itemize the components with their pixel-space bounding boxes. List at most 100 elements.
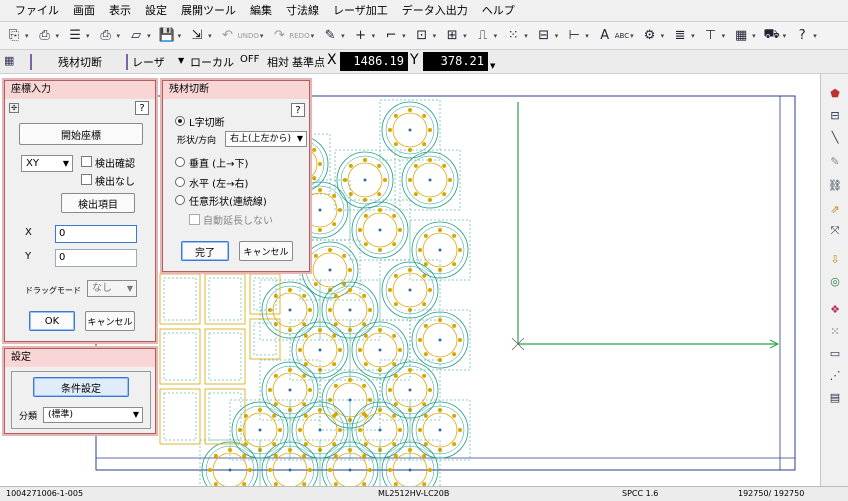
cam-import-tool-button[interactable]: ⎙ ▾	[35, 25, 60, 47]
dropdown-arrow-icon[interactable]: ▼	[178, 56, 184, 65]
help-icon[interactable]: ?	[135, 101, 149, 115]
menu-item-9[interactable]: ヘルプ	[475, 0, 522, 22]
l-cut-radio[interactable]	[175, 116, 185, 126]
colors-icon[interactable]: ❖	[825, 300, 845, 318]
x-coordinate-field[interactable]: 1486.19	[340, 52, 408, 71]
detect-items-button[interactable]: 検出項目	[61, 193, 135, 213]
dropdown-arrow-icon[interactable]: ▾	[494, 32, 498, 40]
truck-tool-button[interactable]: ⛟ ▾	[762, 25, 787, 47]
hierarchy-tool-button[interactable]: ⊤ ▾	[701, 25, 726, 47]
detect-confirm-checkbox[interactable]	[81, 156, 92, 167]
auto-extend-checkbox[interactable]	[189, 214, 200, 225]
dropdown-arrow-icon[interactable]: ▾	[178, 32, 182, 40]
dropdown-arrow-icon[interactable]: ▾	[524, 32, 528, 40]
dropdown-arrow-icon[interactable]: ▾	[463, 32, 467, 40]
off-label[interactable]: OFF	[240, 54, 259, 65]
print-tool-button[interactable]: ⎙ ▾	[96, 25, 121, 47]
dropdown-arrow-icon[interactable]: ▾	[752, 32, 756, 40]
y-coordinate-field[interactable]: 378.21	[423, 52, 488, 71]
erase-shape-icon[interactable]: ⬟	[825, 84, 845, 102]
condition-settings-button[interactable]: 条件設定	[33, 377, 129, 397]
abc-tool-button[interactable]: A ABC ▾	[595, 25, 634, 47]
y-input[interactable]: 0	[55, 249, 137, 267]
category-select[interactable]: (標準) ▼	[43, 407, 143, 423]
menu-item-7[interactable]: レーザ加工	[326, 0, 395, 22]
step-tool-button[interactable]: ⎍ ▾	[473, 25, 498, 47]
pin-icon[interactable]: ✣	[9, 103, 19, 113]
mode-label[interactable]: 残材切断	[30, 54, 102, 70]
rect-tool-button[interactable]: ⌐ ▾	[381, 25, 406, 47]
dropdown-arrow-icon[interactable]: ▾	[783, 32, 787, 40]
menu-item-2[interactable]: 表示	[102, 0, 138, 22]
gear-tool-button[interactable]: ⚙ ▾	[640, 25, 665, 47]
dropdown-arrow-icon[interactable]: ▾	[691, 32, 695, 40]
layers-tool-button[interactable]: ≣ ▾	[670, 25, 695, 47]
line-icon[interactable]: ╲	[825, 128, 845, 146]
coordinate-mode-select[interactable]: XY ▼	[21, 155, 73, 172]
dropdown-arrow-icon[interactable]: ▾	[25, 32, 29, 40]
dots-tool-button[interactable]: ⁙ ▾	[503, 25, 528, 47]
dropdown-arrow-icon[interactable]: ▾	[260, 32, 264, 40]
relative-label[interactable]: 相対	[267, 54, 289, 70]
dropdown-arrow-icon[interactable]: ▾	[56, 32, 60, 40]
no-detect-checkbox[interactable]	[81, 174, 92, 185]
dropdown-arrow-icon[interactable]: ▾	[555, 32, 559, 40]
pencil-icon[interactable]: ✎	[825, 152, 845, 170]
chain-icon[interactable]: ⛓	[825, 176, 845, 194]
list-tool-button[interactable]: ☰ ▾	[65, 25, 89, 47]
menu-item-0[interactable]: ファイル	[8, 0, 66, 22]
save-tool-button[interactable]: 💾 ▾	[157, 25, 182, 47]
undo-tool-button[interactable]: ↶ UNDO ▾	[218, 25, 264, 47]
dropdown-arrow-icon[interactable]: ▾	[147, 32, 151, 40]
menu-item-5[interactable]: 編集	[243, 0, 279, 22]
dropdown-arrow-icon[interactable]: ▾	[630, 32, 634, 40]
dropdown-arrow-icon[interactable]: ▾	[585, 32, 589, 40]
path-icon[interactable]: ⋰	[825, 366, 845, 384]
document-icon[interactable]: ▤	[825, 388, 845, 406]
eraser-tool-button[interactable]: ▱ ▾	[126, 25, 151, 47]
cancel-button[interactable]: キャンセル	[239, 241, 293, 261]
dropdown-arrow-icon[interactable]: ▾	[402, 32, 406, 40]
vertical-radio[interactable]	[175, 157, 185, 167]
menu-item-3[interactable]: 設定	[138, 0, 174, 22]
plus-tool-button[interactable]: + ▾	[351, 25, 375, 47]
redo-tool-button[interactable]: ↷ REDO ▾	[269, 25, 314, 47]
coord-dropdown-icon[interactable]: ▼	[490, 62, 495, 70]
dropdown-arrow-icon[interactable]: ▾	[341, 32, 345, 40]
nest-tool-button[interactable]: ▦ ▾	[731, 25, 756, 47]
grid-tool-button[interactable]: ⊞ ▾	[442, 25, 467, 47]
dropdown-arrow-icon[interactable]: ▾	[208, 32, 212, 40]
menu-item-4[interactable]: 展開ツール	[174, 0, 243, 22]
dimension-icon[interactable]: ⊟	[825, 106, 845, 124]
shape-direction-select[interactable]: 右上(上左から) ▼	[225, 131, 307, 147]
free-shape-radio[interactable]	[175, 195, 185, 205]
dropdown-arrow-icon[interactable]: ▾	[433, 32, 437, 40]
frame-tool-button[interactable]: ⊡ ▾	[412, 25, 437, 47]
target-icon[interactable]: ◎	[825, 272, 845, 290]
arrow-tool-icon[interactable]: ⇗	[825, 200, 845, 218]
dot-grid-icon[interactable]: ⁙	[825, 322, 845, 340]
dropdown-arrow-icon[interactable]: ▾	[661, 32, 665, 40]
grid-icon[interactable]: ▦	[4, 54, 14, 67]
menu-item-6[interactable]: 寸法線	[279, 0, 326, 22]
window-icon[interactable]: ▭	[825, 344, 845, 362]
step-down-icon[interactable]: ⇩	[825, 250, 845, 268]
cross-tool-icon[interactable]: ⤧	[825, 222, 845, 240]
dropdown-arrow-icon[interactable]: ▾	[117, 32, 121, 40]
start-coordinate-button[interactable]: 開始座標	[19, 123, 143, 145]
dropdown-arrow-icon[interactable]: ▾	[311, 32, 315, 40]
drag-mode-select[interactable]: なし ▼	[87, 280, 137, 297]
pen-tool-button[interactable]: ✎ ▾	[320, 25, 345, 47]
cancel-button[interactable]: キャンセル	[85, 311, 135, 331]
help-icon[interactable]: ?	[291, 103, 305, 117]
horizontal-radio[interactable]	[175, 177, 185, 187]
layer-label[interactable]: レーザ	[126, 54, 165, 70]
menu-item-1[interactable]: 画面	[66, 0, 102, 22]
base-point-label[interactable]: 基準点	[292, 54, 325, 70]
export-tool-button[interactable]: ⇲ ▾	[187, 25, 212, 47]
x-input[interactable]: 0	[55, 225, 137, 243]
cad-import-tool-button[interactable]: ⎘ ▾	[4, 25, 29, 47]
dropdown-arrow-icon[interactable]: ▾	[722, 32, 726, 40]
local-label[interactable]: ローカル	[190, 54, 234, 70]
ok-button[interactable]: OK	[29, 311, 75, 331]
